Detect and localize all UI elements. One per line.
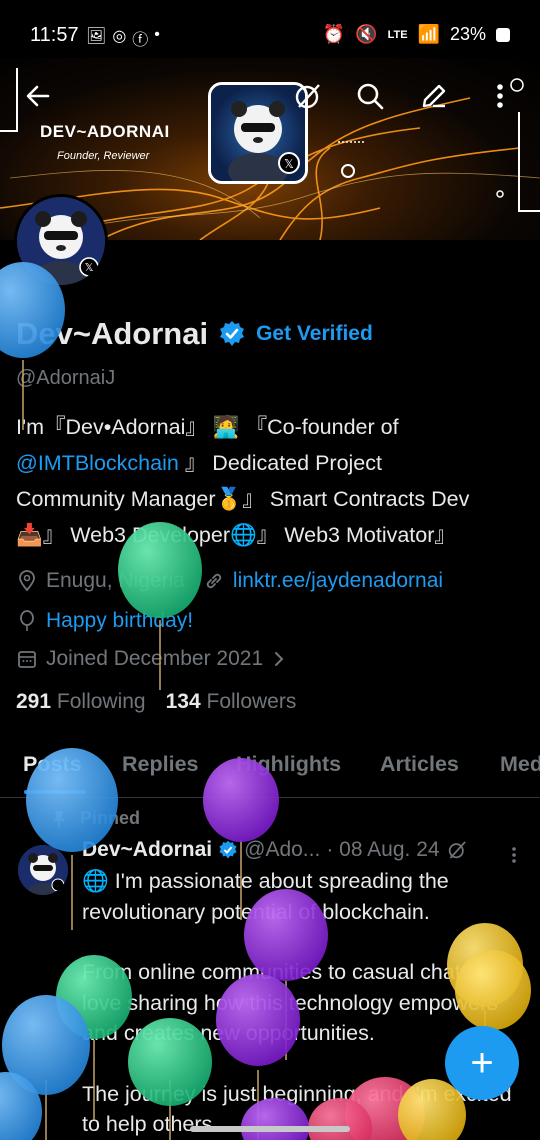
tab-posts[interactable]: Posts: [23, 752, 82, 777]
profile-birthday-row: Happy birthday!: [16, 609, 193, 633]
post-date: · 08 Aug. 24: [326, 838, 440, 861]
tab-media[interactable]: Media: [500, 752, 540, 777]
bio-mention-link[interactable]: @IMTBlockchain: [16, 451, 179, 475]
post-header: Dev~Adornai @Ado... · 08 Aug. 24: [82, 838, 468, 862]
post-paragraph-1: 🌐 I'm passionate about spreading the rev…: [82, 869, 449, 924]
battery-icon: [496, 27, 510, 42]
banner-role: Founder, Reviewer: [57, 150, 150, 162]
follow-counts: 291 Following 134 Followers: [16, 690, 296, 714]
battery-level: 23%: [449, 24, 486, 44]
banner-bracket-left: [0, 68, 18, 132]
followers-label: Followers: [206, 690, 297, 713]
banner-name: DEV~ADORNAI: [40, 122, 170, 141]
signal-icon: 📶: [417, 24, 440, 44]
pinned-indicator: Pinned: [50, 808, 140, 829]
profile-joined-row[interactable]: Joined December 2021: [16, 647, 287, 671]
whatsapp-notification-icon: ◎: [112, 28, 127, 45]
svg-text:𝕏: 𝕏: [85, 261, 94, 274]
verified-badge-icon: [220, 321, 245, 346]
balloon-blue-4: [0, 1072, 42, 1140]
pinned-label: Pinned: [80, 808, 141, 828]
tab-replies[interactable]: Replies: [122, 752, 198, 777]
banner-bracket-right: [518, 112, 540, 212]
get-verified-link[interactable]: Get Verified: [256, 322, 373, 346]
following-link[interactable]: 291 Following: [16, 690, 146, 714]
location-pin-icon: [19, 570, 35, 592]
link-icon: [206, 573, 222, 589]
image-notification-icon: 🖼: [86, 28, 107, 45]
website-link[interactable]: linktr.ee/jaydenadornai: [233, 569, 443, 593]
post-verified-badge-icon: [219, 840, 237, 859]
post-author-avatar[interactable]: [18, 845, 68, 895]
bio-line1-post: 『Co-founder of: [245, 415, 399, 439]
compose-post-button[interactable]: +: [445, 1026, 519, 1100]
network-type: LTE: [387, 28, 408, 41]
calendar-icon: [18, 651, 36, 668]
grok-icon[interactable]: [288, 76, 328, 116]
joined-text: Joined December 2021: [46, 647, 264, 670]
location-text: Enugu, Nigeria: [46, 569, 185, 592]
status-notification-icons: 🖼 ◎ ⓕ •: [86, 26, 160, 50]
followers-count: 134: [165, 690, 201, 713]
following-count: 291: [16, 690, 52, 713]
birthday-text: Happy birthday!: [46, 609, 194, 632]
balloon-blue-3: [2, 995, 90, 1140]
post-grok-icon[interactable]: [446, 839, 468, 861]
post-author-name[interactable]: Dev~Adornai: [82, 838, 212, 862]
profile-location-row: Enugu, Nigeria linktr.ee/jaydenadornai: [16, 569, 443, 593]
gesture-home-bar[interactable]: [190, 1126, 350, 1132]
status-time: 11:57: [30, 24, 79, 46]
mute-icon: 🔇: [355, 24, 378, 44]
plus-icon: +: [470, 1040, 494, 1085]
bio-line3: Community Manager🥇』 Smart Contracts Dev: [16, 487, 470, 511]
tab-highlights[interactable]: Highlights: [236, 752, 341, 777]
profile-name-row: Dev~Adornai Get Verified: [16, 316, 373, 352]
bio-line4: 📥』 Web3 Developer🌐』 Web3 Motivator』: [16, 523, 456, 547]
more-options-icon[interactable]: [480, 76, 520, 116]
bio-line1-pre: I'm『Dev•Adornai』: [16, 415, 207, 439]
balloon-icon: [20, 610, 34, 631]
alarm-icon: ⏰: [322, 24, 346, 44]
status-system-icons: ⏰ 🔇 LTE 📶 23%: [323, 24, 510, 45]
active-tab-indicator: [24, 790, 86, 794]
more-notifications-icon: •: [154, 26, 160, 43]
search-icon[interactable]: [350, 76, 390, 116]
svg-text:𝕏: 𝕏: [284, 157, 294, 171]
profile-handle: @AdornaiJ: [16, 367, 116, 389]
back-arrow-icon[interactable]: [18, 76, 58, 116]
profile-bio: I'm『Dev•Adornai』 🧑‍💻 『Co-founder of @IMT…: [16, 409, 528, 553]
display-name: Dev~Adornai: [16, 316, 209, 351]
profile-avatar[interactable]: 𝕏: [14, 194, 108, 288]
edit-icon[interactable]: [414, 76, 454, 116]
bio-line2-post: 』 Dedicated Project: [184, 451, 382, 475]
post-author-handle: @Ado...: [244, 838, 321, 861]
following-label: Following: [56, 690, 146, 713]
tab-articles[interactable]: Articles: [380, 752, 459, 777]
followers-link[interactable]: 134 Followers: [166, 690, 297, 714]
facebook-notification-icon: ⓕ: [132, 32, 149, 49]
post-text[interactable]: 🌐 I'm passionate about spreading the rev…: [82, 866, 528, 1140]
chevron-right-icon: [275, 652, 284, 666]
bio-emoji: 🧑‍💻: [212, 415, 240, 439]
pin-icon: [53, 810, 65, 828]
